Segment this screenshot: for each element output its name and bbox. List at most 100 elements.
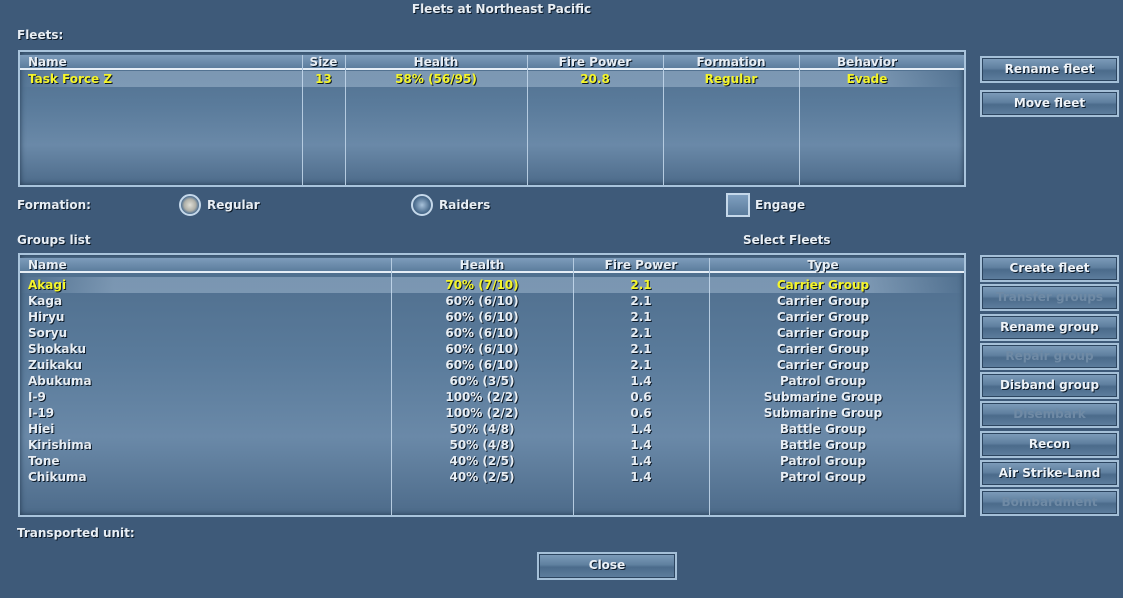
disband-group-button[interactable]: Disband group xyxy=(980,372,1119,399)
group-type: Battle Group xyxy=(779,422,867,436)
table-row[interactable]: Chikuma 40% (2/5) 1.4 Patrol Group xyxy=(20,469,964,485)
group-fire-power: 1.4 xyxy=(630,438,652,452)
transfer-groups-button[interactable]: Transfer groups xyxy=(980,284,1119,311)
group-health: 60% (6/10) xyxy=(445,358,519,372)
table-row[interactable]: Abukuma 60% (3/5) 1.4 Patrol Group xyxy=(20,373,964,389)
table-row[interactable]: Hiryu 60% (6/10) 2.1 Carrier Group xyxy=(20,309,964,325)
fleets-table-header: Name Size Health Fire Power Formation Be… xyxy=(20,55,964,70)
group-health: 60% (6/10) xyxy=(445,310,519,324)
formation-label: Formation: xyxy=(17,198,91,212)
group-type: Carrier Group xyxy=(776,310,870,324)
fleet-health: 58% (56/95) xyxy=(395,72,477,86)
table-row[interactable]: I-19 100% (2/2) 0.6 Submarine Group xyxy=(20,405,964,421)
group-type: Submarine Group xyxy=(763,406,883,420)
group-name: Tone xyxy=(28,454,60,468)
table-row[interactable]: Kaga 60% (6/10) 2.1 Carrier Group xyxy=(20,293,964,309)
group-name: I-9 xyxy=(28,390,46,404)
table-row[interactable]: Hiei 50% (4/8) 1.4 Battle Group xyxy=(20,421,964,437)
group-type: Patrol Group xyxy=(780,470,866,484)
group-fire-power: 2.1 xyxy=(630,342,652,356)
recon-button[interactable]: Recon xyxy=(980,431,1119,458)
col-health[interactable]: Health xyxy=(345,55,527,70)
group-fire-power: 2.1 xyxy=(630,358,652,372)
engage-label[interactable]: Engage xyxy=(755,198,805,212)
rename-group-button[interactable]: Rename group xyxy=(980,314,1119,341)
group-name: Akagi xyxy=(28,278,67,292)
create-fleet-button[interactable]: Create fleet xyxy=(980,255,1119,282)
col-name[interactable]: Name xyxy=(28,258,67,273)
table-row[interactable]: Task Force Z 13 58% (56/95) 20.8 Regular… xyxy=(20,71,964,87)
group-name: Hiryu xyxy=(28,310,65,324)
table-row[interactable]: Soryu 60% (6/10) 2.1 Carrier Group xyxy=(20,325,964,341)
col-fire-power[interactable]: Fire Power xyxy=(527,55,663,70)
col-behavior[interactable]: Behavior xyxy=(799,55,935,70)
radio-raiders[interactable] xyxy=(411,194,433,216)
group-name: Abukuma xyxy=(28,374,92,388)
group-fire-power: 2.1 xyxy=(630,294,652,308)
table-row[interactable]: Shokaku 60% (6/10) 2.1 Carrier Group xyxy=(20,341,964,357)
group-type: Carrier Group xyxy=(776,294,870,308)
col-health[interactable]: Health xyxy=(391,258,573,273)
group-name: Zuikaku xyxy=(28,358,82,372)
group-health: 70% (7/10) xyxy=(445,278,519,292)
rename-fleet-button[interactable]: Rename fleet xyxy=(980,56,1119,83)
group-type: Patrol Group xyxy=(780,454,866,468)
group-health: 40% (2/5) xyxy=(449,470,515,484)
repair-group-button[interactable]: Repair group xyxy=(980,343,1119,370)
group-health: 60% (6/10) xyxy=(445,294,519,308)
groups-table-header: Name Health Fire Power Type xyxy=(20,258,964,273)
fleet-formation: Regular xyxy=(704,72,758,86)
close-button[interactable]: Close xyxy=(537,552,677,580)
group-name: I-19 xyxy=(28,406,55,420)
group-name: Chikuma xyxy=(28,470,87,484)
fleet-behavior: Evade xyxy=(846,72,888,86)
radio-regular[interactable] xyxy=(179,194,201,216)
fleets-label: Fleets: xyxy=(17,28,64,42)
move-fleet-button[interactable]: Move fleet xyxy=(980,90,1119,117)
table-row[interactable]: I-9 100% (2/2) 0.6 Submarine Group xyxy=(20,389,964,405)
group-health: 50% (4/8) xyxy=(449,438,515,452)
group-type: Carrier Group xyxy=(776,326,870,340)
col-type[interactable]: Type xyxy=(709,258,937,273)
table-row[interactable]: Tone 40% (2/5) 1.4 Patrol Group xyxy=(20,453,964,469)
group-fire-power: 2.1 xyxy=(630,326,652,340)
group-type: Carrier Group xyxy=(776,278,870,292)
group-health: 60% (6/10) xyxy=(445,342,519,356)
disembark-button[interactable]: Disembark xyxy=(980,401,1119,428)
air-strike-land-button[interactable]: Air Strike-Land xyxy=(980,460,1119,487)
group-type: Carrier Group xyxy=(776,342,870,356)
group-name: Shokaku xyxy=(28,342,87,356)
groups-table: Name Health Fire Power Type Akagi 70% (7/… xyxy=(18,253,966,517)
group-fire-power: 2.1 xyxy=(630,310,652,324)
group-fire-power: 1.4 xyxy=(630,454,652,468)
table-row[interactable]: Zuikaku 60% (6/10) 2.1 Carrier Group xyxy=(20,357,964,373)
col-formation[interactable]: Formation xyxy=(663,55,799,70)
fleet-size: 13 xyxy=(315,72,332,86)
table-row[interactable]: Kirishima 50% (4/8) 1.4 Battle Group xyxy=(20,437,964,453)
transported-unit-label: Transported unit: xyxy=(17,526,135,540)
select-fleets-label: Select Fleets xyxy=(743,233,831,247)
window-title: Fleets at Northeast Pacific xyxy=(411,2,592,16)
group-health: 100% (2/2) xyxy=(445,406,519,420)
bombardment-button[interactable]: Bombardment xyxy=(980,489,1119,516)
regular-label[interactable]: Regular xyxy=(207,198,260,212)
group-type: Submarine Group xyxy=(763,390,883,404)
table-row[interactable]: Akagi 70% (7/10) 2.1 Carrier Group xyxy=(20,277,964,293)
group-fire-power: 0.6 xyxy=(630,390,652,404)
group-fire-power: 2.1 xyxy=(630,278,652,292)
group-health: 60% (6/10) xyxy=(445,326,519,340)
fleets-table: Name Size Health Fire Power Formation Be… xyxy=(18,50,966,187)
group-name: Kaga xyxy=(28,294,63,308)
col-size[interactable]: Size xyxy=(302,55,345,70)
fleet-name: Task Force Z xyxy=(28,72,113,86)
col-name[interactable]: Name xyxy=(28,55,67,70)
group-name: Kirishima xyxy=(28,438,92,452)
col-fire-power[interactable]: Fire Power xyxy=(573,258,709,273)
group-name: Hiei xyxy=(28,422,55,436)
raiders-label[interactable]: Raiders xyxy=(439,198,490,212)
group-fire-power: 1.4 xyxy=(630,470,652,484)
engage-checkbox[interactable] xyxy=(726,193,750,217)
group-health: 50% (4/8) xyxy=(449,422,515,436)
group-type: Carrier Group xyxy=(776,358,870,372)
group-health: 100% (2/2) xyxy=(445,390,519,404)
